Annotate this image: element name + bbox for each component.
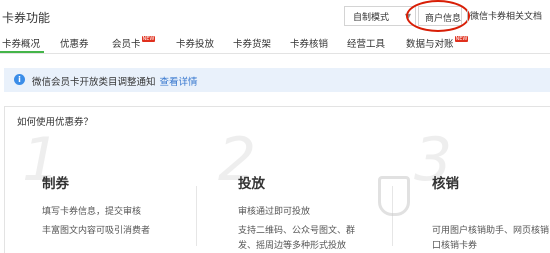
step-title: 制券 [42,176,69,192]
mode-select-value: 自制模式 [353,13,390,23]
tab-label: 卡券投放 [176,39,215,50]
tab-label: 卡券核销 [290,39,329,50]
step-description: 审核通过即可投放 [238,207,311,217]
notice-bar: i 微信会员卡开放类目调整通知 查看详情 [4,68,550,92]
tab-bar: 卡券概况 优惠券 会员卡 NEW 卡券投放 卡券货架 卡券核销 经营工具 数据与对… [0,32,550,54]
step-description: 支持二维码、公众号图文、群 [238,226,356,236]
new-badge: NEW [454,36,469,42]
step-description: 填写卡券信息，提交审核 [42,207,142,217]
active-tab-indicator [0,51,44,53]
page-title: 卡券功能 [2,11,51,25]
step-title: 投放 [238,176,265,192]
new-badge: NEW [141,36,156,42]
divider [467,10,468,22]
tab-label: 卡券概况 [2,39,41,50]
tab-label: 优惠券 [60,39,89,50]
card-docs-link[interactable]: 微信卡券相关文档 [470,9,542,22]
tab-data-reconciliation[interactable]: 数据与对账 NEW [406,36,469,50]
top-bar: 卡券功能 自制模式 ▼ 商户信息 微信卡券相关文档 [0,0,550,32]
shield-logo-icon [378,176,410,216]
tab-member-card[interactable]: 会员卡 NEW [112,36,156,50]
tab-label: 卡券货架 [233,39,272,50]
step-description: 丰富图文内容可吸引消费者 [42,226,151,236]
site-watermark [374,170,550,253]
tab-label: 会员卡 [112,39,141,50]
notice-text: 微信会员卡开放类目调整通知 查看详情 [32,74,198,88]
tab-card-shelf[interactable]: 卡券货架 [233,36,271,50]
notice-details-link[interactable]: 查看详情 [160,77,198,88]
tab-card-distribution[interactable]: 卡券投放 [176,36,214,50]
step-divider [196,186,197,246]
tab-business-tools[interactable]: 经营工具 [347,36,385,50]
info-icon: i [14,74,25,85]
annotation-circle [406,0,470,32]
notice-message: 微信会员卡开放类目调整通知 [32,77,156,88]
tab-coupons[interactable]: 优惠券 [60,36,89,50]
tab-card-overview[interactable]: 卡券概况 [2,36,40,50]
tab-label: 经营工具 [347,39,386,50]
step-description: 发、摇周边等多种形式投放 [238,241,347,251]
tab-card-verification[interactable]: 卡券核销 [290,36,328,50]
tab-label: 数据与对账 [406,39,454,50]
